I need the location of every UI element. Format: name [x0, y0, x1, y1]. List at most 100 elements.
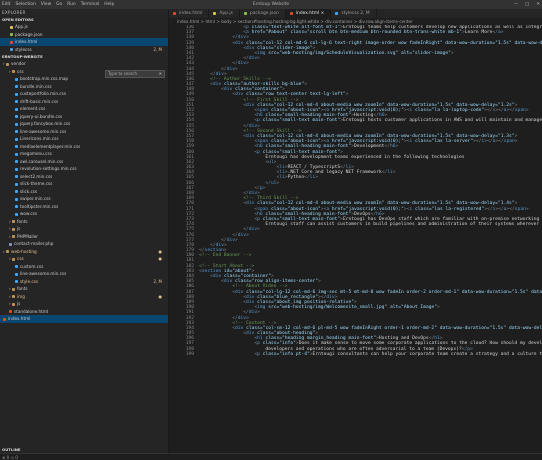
file-label: style.css — [15, 278, 38, 286]
file-label: megamenu.css — [15, 150, 52, 158]
file-item[interactable]: line-awesome.min.css — [0, 128, 168, 136]
outline-header[interactable]: OUTLINE — [0, 446, 168, 453]
file-icon — [10, 48, 13, 51]
file-label: line-awesome.min.css — [15, 128, 66, 136]
file-item[interactable]: swiper.min.css — [0, 195, 168, 203]
file-item[interactable]: owl.carousel.min.css — [0, 158, 168, 166]
tab-label: stylecss 2, M — [341, 11, 370, 16]
close-filter-icon[interactable]: ✕ — [159, 71, 162, 77]
open-editor-name: index.html — [10, 38, 37, 46]
folder-item[interactable]: › web-hosting ● — [0, 248, 168, 256]
file-label: custom.css — [15, 263, 43, 271]
file-item[interactable]: bundle.min.css — [0, 83, 168, 91]
editor-tab[interactable]: App.js — [209, 9, 240, 18]
open-editor-item[interactable]: App.js — [0, 23, 168, 31]
file-item[interactable]: select2.min.css — [0, 173, 168, 181]
file-item[interactable]: jquery.fancybox.min.css — [0, 120, 168, 128]
tree-item-name: index.html — [8, 316, 31, 321]
file-icon — [289, 12, 293, 15]
tree-filter-placeholder: Type to search — [108, 71, 138, 76]
code-line[interactable]: 199 <p class="info pt-4">Erntougi consul… — [169, 352, 542, 357]
editor-tab[interactable]: stylecss 2, M — [331, 9, 377, 18]
file-label: swiper.min.css — [15, 195, 51, 203]
file-label: bootstrap.min.css.map — [15, 75, 68, 83]
editor-tab[interactable]: index.html × — [285, 9, 332, 18]
git-badge: ● — [158, 293, 163, 299]
file-item[interactable]: slick.css — [0, 188, 168, 196]
file-item[interactable]: custeportfolio.min.css — [0, 90, 168, 98]
folder-label: › vendor — [3, 60, 26, 68]
tree-item-name: jquery-ui.bundle.css — [20, 113, 63, 119]
file-label: mediaelementplayer.min.css — [15, 143, 80, 151]
line-number: 199 — [185, 351, 194, 357]
file-item[interactable]: contact-mailer.php — [0, 240, 168, 248]
folder-label: › fonts — [9, 218, 28, 226]
file-item[interactable]: Linericons.min.css — [0, 135, 168, 143]
file-item[interactable]: slick-theme.css — [0, 180, 168, 188]
tree-item-name: element.css — [20, 106, 46, 111]
file-item[interactable]: drift-basic.min.css — [0, 98, 168, 106]
tree-item-name: js — [17, 226, 21, 231]
tree-item-name: standalone.html — [14, 308, 49, 314]
folder-item[interactable]: › vendor — [0, 60, 168, 68]
file-item[interactable]: line-awesome.min.css — [0, 270, 168, 278]
folder-item[interactable]: › css ● — [0, 255, 168, 263]
tree-item-name: fonts — [17, 286, 28, 291]
file-item[interactable]: jquery-ui.bundle.css — [0, 113, 168, 121]
open-editor-item[interactable]: index.html — [0, 38, 168, 46]
file-icon — [15, 145, 18, 148]
open-editor-item[interactable]: stylecss 2, M — [0, 46, 168, 54]
file-label: bundle.min.css — [15, 83, 52, 91]
file-icon — [15, 272, 18, 276]
workspace-header[interactable]: ERNTOUP-WEBSITE — [0, 53, 168, 60]
file-icon — [15, 107, 18, 111]
problems-status[interactable]: ⊗ 0 ⚠ 0 — [2, 455, 18, 460]
folder-item[interactable]: › PHPMailer — [0, 233, 168, 241]
tab-close-icon[interactable]: × — [319, 11, 325, 16]
folder-item[interactable]: › fonts — [0, 285, 168, 293]
tree-item-name: tooltipster.min.css — [20, 203, 59, 209]
tree-item-name: slick-theme.css — [20, 181, 53, 186]
file-item[interactable]: wow.css — [0, 210, 168, 218]
editor-tab[interactable]: package.json — [240, 9, 286, 18]
git-badge: 2, M — [153, 46, 162, 52]
file-label: Linericons.min.css — [15, 135, 59, 143]
folder-label: › fonts — [9, 285, 28, 293]
maximize-icon[interactable]: □ — [525, 0, 529, 9]
editor-tab[interactable]: index.html — [169, 9, 210, 18]
folder-item[interactable]: › fonts — [0, 218, 168, 226]
tree-item-name: custeportfolio.min.css — [20, 91, 67, 96]
file-label: standalone.html — [9, 308, 48, 316]
tree-item-name: mediaelementplayer.min.css — [20, 143, 81, 149]
open-editor-item[interactable]: package.json — [0, 31, 168, 39]
editor-window: Edit Selection View Go Run Terminal Help Ernto… — [0, 0, 542, 460]
open-editor-name: stylecss — [10, 46, 32, 54]
file-item[interactable]: standalone.html — [0, 308, 168, 316]
file-item[interactable]: megamenu.css — [0, 150, 168, 158]
folder-icon — [12, 227, 16, 231]
folder-label: › web-hosting — [3, 248, 37, 256]
file-tree: › vendor › css bootstrap.min.css.map bundle… — [0, 60, 168, 323]
file-item[interactable]: tooltipster.min.css — [0, 203, 168, 211]
folder-label: › css — [9, 255, 24, 263]
open-editors-header[interactable]: OPEN EDITORS — [0, 16, 168, 23]
tab-label: index.html — [295, 11, 320, 16]
tree-filter-input[interactable]: Type to search ✕ — [105, 70, 165, 78]
tree-item-name: css — [17, 68, 24, 74]
folder-item[interactable]: › js — [0, 225, 168, 233]
folder-item[interactable]: › js — [0, 300, 168, 308]
file-item[interactable]: mediaelementplayer.min.css — [0, 143, 168, 151]
file-item[interactable]: custom.css — [0, 263, 168, 271]
minimize-icon[interactable]: — — [514, 0, 518, 9]
file-item[interactable]: style.css 2, M — [0, 278, 168, 286]
breadcrumb[interactable]: index.html > html > body > section#hosti… — [169, 18, 542, 25]
tree-item-name: PHPMailer — [17, 233, 39, 239]
code-editor[interactable]: 136 <p class="text-white alt-font mt-1">… — [169, 25, 542, 460]
file-item[interactable]: revolution-settings.min.css — [0, 165, 168, 173]
file-icon — [15, 175, 18, 178]
file-item[interactable]: element.css — [0, 105, 168, 113]
file-item[interactable]: index.html — [0, 315, 168, 323]
folder-icon — [12, 295, 16, 298]
folder-item[interactable]: › img ● — [0, 293, 168, 301]
close-icon[interactable]: ✕ — [536, 0, 540, 9]
